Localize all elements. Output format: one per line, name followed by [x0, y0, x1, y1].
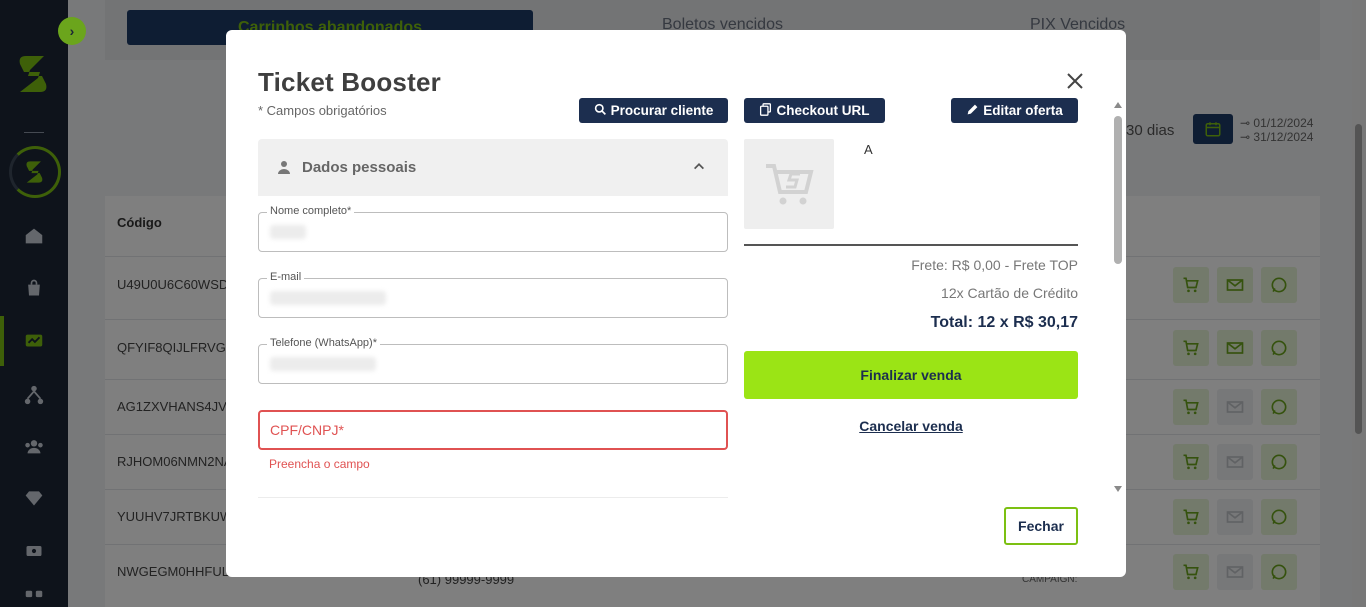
email-label: E-mail [267, 271, 305, 283]
email-value-redacted [270, 291, 386, 305]
close-icon[interactable] [1064, 70, 1086, 92]
edit-offer-button[interactable]: Editar oferta [951, 98, 1078, 123]
checkout-url-button[interactable]: Checkout URL [744, 98, 885, 123]
sidebar-toggle-button[interactable]: › [58, 17, 86, 45]
checkout-url-label: Checkout URL [776, 103, 870, 118]
phone-label: Telefone (WhatsApp)* [267, 337, 380, 349]
cpf-cnpj-field[interactable]: CPF/CNPJ* [258, 410, 728, 450]
search-client-button[interactable]: Procurar cliente [579, 98, 728, 123]
cpf-cnpj-placeholder: CPF/CNPJ* [270, 422, 344, 438]
modal-scrollbar-thumb[interactable] [1114, 116, 1122, 264]
modal-title: Ticket Booster [258, 67, 441, 97]
copy-icon [759, 102, 772, 119]
cancel-sale-link[interactable]: Cancelar venda [744, 418, 1078, 434]
pencil-icon [966, 103, 979, 119]
section-divider [258, 497, 728, 498]
scroll-up-arrow-icon[interactable] [1114, 102, 1122, 108]
required-fields-note: * Campos obrigatórios [258, 103, 387, 118]
shipping-info: Frete: R$ 0,00 - Frete TOP [911, 257, 1078, 273]
search-client-label: Procurar cliente [610, 103, 714, 118]
ticket-booster-modal: Ticket Booster * Campos obrigatórios Pro… [226, 30, 1126, 577]
edit-offer-label: Editar oferta [983, 103, 1063, 118]
full-name-value-redacted [270, 225, 306, 239]
search-icon [594, 103, 607, 119]
product-image [744, 139, 834, 229]
installments-info: 12x Cartão de Crédito [941, 285, 1078, 301]
personal-data-section-header[interactable]: Dados pessoais [258, 139, 728, 196]
section-title: Dados pessoais [302, 159, 417, 176]
scroll-down-arrow-icon[interactable] [1114, 486, 1122, 492]
finish-sale-button[interactable]: Finalizar venda [744, 351, 1078, 399]
summary-divider [744, 244, 1078, 246]
phone-value-redacted [270, 357, 376, 371]
cpf-cnpj-error: Preencha o campo [269, 457, 370, 471]
total-amount: Total: 12 x R$ 30,17 [930, 314, 1078, 331]
person-icon [276, 159, 292, 180]
chevron-up-icon[interactable] [692, 159, 706, 178]
full-name-label: Nome completo* [267, 205, 355, 217]
close-modal-button[interactable]: Fechar [1004, 507, 1078, 545]
product-name: A [864, 142, 873, 157]
email-field[interactable]: E-mail [258, 271, 728, 318]
phone-field[interactable]: Telefone (WhatsApp)* [258, 337, 728, 384]
full-name-field[interactable]: Nome completo* [258, 205, 728, 252]
